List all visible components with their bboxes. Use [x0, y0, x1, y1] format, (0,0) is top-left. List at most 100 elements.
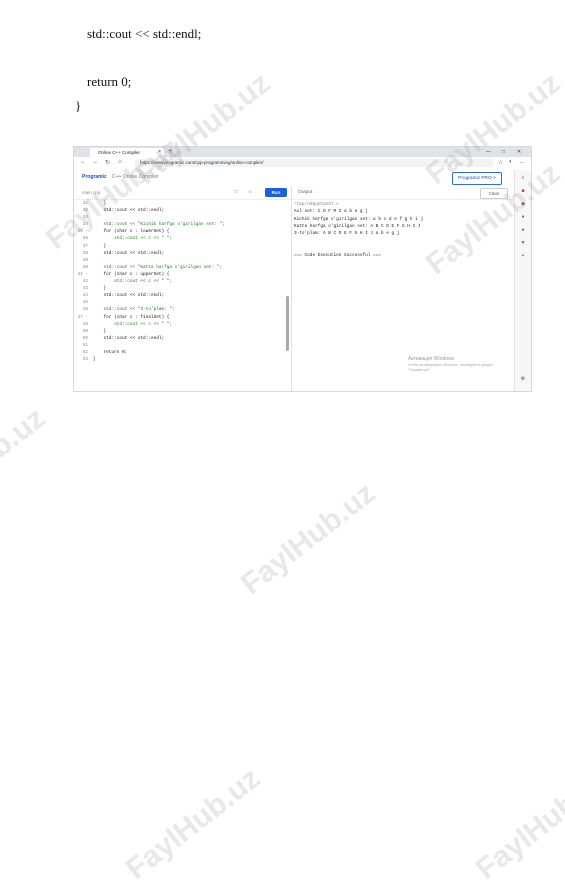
copilot-icon[interactable]: ● [519, 213, 527, 221]
back-icon[interactable]: ← [80, 159, 86, 165]
line-number: 32 [82, 208, 88, 214]
minimize-icon[interactable]: — [486, 147, 491, 157]
line-number: 34 [82, 222, 88, 228]
code-line[interactable]: 43 } [74, 285, 284, 292]
reload-icon[interactable]: ↻ [105, 159, 110, 166]
fullscreen-icon[interactable]: □ [232, 188, 240, 196]
line-number: 35 - [77, 229, 88, 235]
search-icon[interactable]: ⌕ [519, 174, 527, 182]
code-text: } [93, 201, 107, 206]
browser-tab-bar: Online C++ Compiler × + — □ ✕ [74, 147, 531, 157]
code-line[interactable]: 39 [74, 257, 284, 264]
code-text: std::cout << std::endl; [93, 335, 165, 341]
code-line[interactable]: 38 std::cout << std::endl; [74, 250, 284, 257]
line-number: 31 [82, 201, 88, 206]
code-text: for (char c : lowerSet) { [93, 229, 170, 235]
browser-tab[interactable]: Online C++ Compiler × [90, 148, 164, 157]
watermark: FaylHub.uz [0, 401, 52, 527]
line-number: 44 [82, 293, 88, 299]
code-text: std::cout << std::endl; [93, 293, 165, 299]
code-text: } [93, 357, 96, 363]
programiz-pro-button[interactable]: Programiz PRO > [452, 172, 502, 185]
profile-icon[interactable]: ◑ [508, 159, 512, 165]
code-line[interactable]: 46 std::cout << "3-to'plam: "; [74, 306, 284, 313]
code-area[interactable]: 31 } 32 std::cout << std::endl; 33 34 std::… [74, 200, 284, 363]
windows-activation-title: Активация Windows [408, 356, 455, 362]
code-line[interactable]: 42 std::cout << c << " "; [74, 278, 284, 285]
output-line: === Code Execution Successful === [294, 253, 381, 259]
code-line[interactable]: 47 - for (char c : finalSet) { [74, 314, 284, 321]
output-panel: Output Clear /tmp/nKQqVG2e5T.o Asl set: C… [292, 186, 514, 391]
windows-activation-text: Чтобы активировать Windows, перейдите в … [408, 363, 493, 372]
app-header: Programiz C++ Online Compiler Programiz … [74, 170, 514, 187]
code-line[interactable]: 32 std::cout << std::endl; [74, 207, 284, 214]
output-console: /tmp/nKQqVG2e5T.o Asl set: C D F M I a b … [292, 201, 510, 259]
tab-title: Online C++ Compiler [98, 150, 141, 155]
line-number: 53 [82, 357, 88, 363]
maximize-icon[interactable]: □ [502, 147, 505, 157]
code-text: std::cout << c << " "; [93, 279, 173, 285]
code-line[interactable]: 51 [74, 342, 284, 349]
output-line: Katta harfga o'girilgan set: A B C D E F… [294, 223, 421, 229]
clear-button[interactable]: Clear [480, 188, 508, 199]
code-text: std::cout << std::endl; [93, 208, 165, 214]
code-line[interactable]: 41 - for (char c : upperSet) { [74, 271, 284, 278]
code-text: std::cout << c << " "; [93, 321, 173, 327]
line-number: 38 [82, 250, 88, 256]
drop-icon[interactable]: ▼ [519, 239, 527, 247]
code-text: std::cout << "Katta harfga o'girilgan se… [93, 264, 223, 270]
code-line[interactable]: 40 std::cout << "Katta harfga o'girilgan… [74, 264, 284, 271]
watermark: FaylHub.uz [235, 476, 382, 602]
code-line[interactable]: 35 - for (char c : lowerSet) { [74, 228, 284, 235]
doc-line-return: return 0; [87, 74, 132, 89]
address-bar-row: ← → ↻ ⌂ https://www.programiz.com/cpp-pr… [74, 157, 531, 171]
window-close-icon[interactable]: ✕ [517, 147, 521, 157]
code-line[interactable]: 36 std::cout << c << " "; [74, 235, 284, 242]
code-line[interactable]: 52 return 0; [74, 349, 284, 356]
code-line[interactable]: 44 std::cout << std::endl; [74, 292, 284, 299]
watermark: FaylHub.uz [120, 761, 267, 887]
code-line[interactable]: 37 } [74, 243, 284, 250]
code-line[interactable]: 33 [74, 214, 284, 221]
puzzle-icon[interactable]: ◆ [519, 200, 527, 208]
code-text: } [93, 243, 107, 249]
code-text: } [93, 286, 107, 292]
code-line[interactable]: 34 std::cout << "Kichik harfga o'girilga… [74, 221, 284, 228]
code-text: std::cout << "3-to'plam: "; [93, 307, 175, 313]
browser-sidebar: ⌕ ■ ◆ ● ● ▼ + ⚙ [514, 170, 531, 391]
new-tab-button[interactable]: + [168, 147, 172, 157]
line-number: 36 [82, 236, 88, 242]
forward-icon[interactable]: → [92, 159, 98, 165]
line-number: 43 [82, 286, 88, 292]
briefcase-icon[interactable]: ■ [519, 187, 527, 195]
code-text: } [93, 328, 107, 334]
more-icon[interactable]: … [519, 159, 525, 165]
code-line[interactable]: 53} [74, 356, 284, 363]
close-icon[interactable]: × [158, 148, 161, 157]
code-line[interactable]: 31 } [74, 200, 284, 207]
code-line[interactable]: 50 std::cout << std::endl; [74, 335, 284, 342]
doc-line-brace: } [75, 98, 82, 113]
home-icon[interactable]: ⌂ [118, 159, 122, 165]
theme-icon[interactable]: ☼ [246, 188, 254, 196]
favorite-icon[interactable]: ☆ [498, 159, 503, 166]
output-header: Output Clear [292, 186, 514, 200]
code-line[interactable]: 48 std::cout << c << " "; [74, 321, 284, 328]
code-line[interactable]: 49 } [74, 328, 284, 335]
line-number: 49 [82, 328, 88, 334]
code-text: for (char c : upperSet) { [93, 271, 170, 277]
file-name-tab[interactable]: main.cpp [82, 190, 100, 195]
code-line[interactable]: 45 [74, 299, 284, 306]
url-input[interactable]: https://www.programiz.com/cpp-programmin… [134, 159, 494, 167]
output-line: 3-to'plam: A B C D E F G H I J a b e g j [294, 231, 400, 237]
line-number: 37 [82, 243, 88, 249]
line-number: 46 [82, 307, 88, 313]
run-button[interactable]: Run [265, 188, 287, 197]
add-icon[interactable]: + [519, 252, 527, 260]
programiz-logo[interactable]: Programiz [82, 174, 106, 180]
editor-scrollbar[interactable] [286, 296, 289, 351]
outlook-icon[interactable]: ● [519, 226, 527, 234]
settings-icon[interactable]: ⚙ [519, 375, 527, 383]
code-text: std::cout << "Kichik harfga o'girilgan s… [93, 222, 225, 228]
